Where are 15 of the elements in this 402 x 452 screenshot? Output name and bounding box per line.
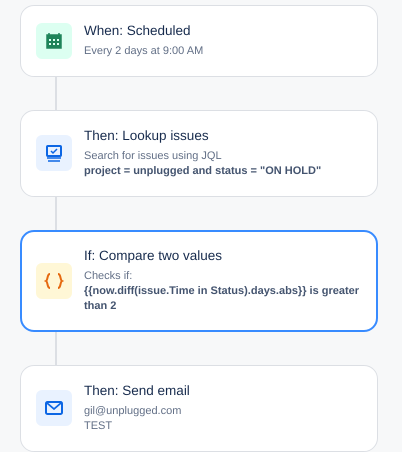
step-title: Then: Send email (84, 382, 190, 400)
step-title: If: Compare two values (84, 247, 224, 265)
step-detail: project = unplugged and status = "ON HOLD" (84, 164, 322, 179)
step-card[interactable]: Then: Lookup issues Search for issues using JQL project = unplugged and status = "ON HOLD" (20, 110, 378, 197)
selected-step-card[interactable]: If: Compare two values Checks if: {{now.diff(issue.Time in Status).days.abs}} is greater than 2 (20, 230, 378, 332)
step-description: Search for issues using JQL (84, 149, 223, 164)
step-description: gil@unplugged.com (84, 404, 182, 419)
step-detail: {{now.diff(issue.Time in Status).days.abs}} is greater than 2 (84, 284, 360, 314)
step-title: Then: Lookup issues (84, 127, 210, 145)
step-description: Every 2 days at 9:00 AM (84, 44, 204, 59)
step-description: Checks if: (84, 269, 134, 284)
step-description: TEST (84, 419, 114, 434)
step-card[interactable]: When: Scheduled Every 2 days at 9:00 AM (20, 5, 378, 77)
step-card[interactable]: Then: Send email gil@unplugged.com TEST (20, 365, 378, 452)
step-title: When: Scheduled (84, 22, 192, 40)
